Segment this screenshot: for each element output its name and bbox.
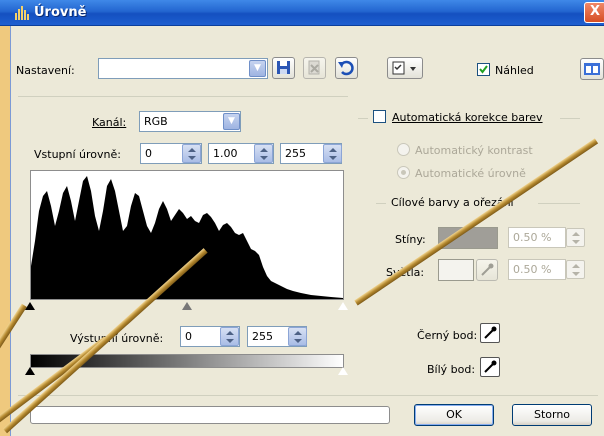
highlights-clip-spinner[interactable] bbox=[566, 260, 585, 279]
output-black-spinner[interactable] bbox=[220, 327, 239, 346]
options-menu-button[interactable] bbox=[387, 57, 423, 79]
eyedropper-icon bbox=[484, 360, 497, 373]
save-preset-button[interactable] bbox=[272, 57, 295, 79]
reset-button[interactable] bbox=[335, 57, 358, 79]
input-levels-label: Vstupní úrovně: bbox=[34, 148, 121, 161]
white-point-label: Bílý bod: bbox=[427, 363, 476, 376]
title-bar bbox=[0, 0, 604, 26]
output-white-slider[interactable] bbox=[337, 366, 349, 376]
auto-levels-radio[interactable] bbox=[397, 166, 410, 179]
white-point-picker[interactable] bbox=[480, 357, 500, 377]
preset-label: Nastavení: bbox=[16, 64, 75, 77]
histogram-chart bbox=[31, 176, 343, 299]
eyedropper-icon bbox=[484, 326, 497, 339]
highlights-picker-button[interactable] bbox=[476, 259, 498, 281]
preview-label: Náhled bbox=[495, 64, 534, 77]
black-point-label: Černý bod: bbox=[417, 329, 478, 342]
highlights-clip-field[interactable]: 0.50 % bbox=[508, 259, 566, 280]
auto-correct-label: Automatická korekce barev bbox=[392, 111, 543, 124]
delete-document-icon bbox=[308, 60, 320, 75]
shadows-clip-field[interactable]: 0.50 % bbox=[508, 227, 566, 248]
auto-contrast-label: Automatický kontrast bbox=[415, 144, 533, 157]
input-black-spinner[interactable] bbox=[182, 144, 201, 163]
window-title: Úrovně bbox=[34, 5, 87, 20]
input-gamma-spinner[interactable] bbox=[254, 144, 273, 163]
output-white-spinner[interactable] bbox=[288, 327, 307, 346]
close-button[interactable]: X bbox=[584, 2, 604, 23]
histogram-shape bbox=[31, 176, 343, 299]
undo-arrow-icon bbox=[338, 60, 354, 76]
ok-button[interactable]: OK bbox=[414, 404, 494, 426]
eyedropper-icon bbox=[481, 263, 494, 276]
group-line-left bbox=[358, 118, 368, 119]
target-group-line-left bbox=[376, 203, 386, 204]
preset-dropdown[interactable] bbox=[98, 58, 268, 79]
group-line-right bbox=[560, 118, 580, 119]
cancel-button[interactable]: Storno bbox=[512, 404, 592, 426]
black-point-picker[interactable] bbox=[480, 323, 500, 343]
levels-app-icon bbox=[15, 6, 29, 20]
output-black-slider[interactable] bbox=[25, 367, 35, 375]
shadows-clip-spinner[interactable] bbox=[566, 228, 585, 247]
progress-bar bbox=[30, 406, 390, 424]
input-white-slider[interactable] bbox=[337, 301, 349, 311]
separator-left bbox=[18, 96, 348, 97]
preset-dropdown-arrow[interactable]: ▼ bbox=[249, 60, 266, 77]
channel-label: Kanál: bbox=[92, 116, 127, 129]
expand-view-button[interactable] bbox=[580, 58, 604, 80]
delete-preset-button[interactable] bbox=[303, 57, 326, 79]
checkmark-icon bbox=[479, 65, 488, 74]
dual-panel-icon bbox=[584, 63, 600, 75]
channel-dropdown-arrow[interactable]: ▼ bbox=[223, 113, 240, 130]
preview-checkbox[interactable] bbox=[477, 63, 490, 76]
auto-contrast-radio[interactable] bbox=[397, 143, 410, 156]
options-dropdown-icon bbox=[392, 61, 416, 75]
histogram bbox=[30, 170, 344, 300]
input-gamma-slider[interactable] bbox=[182, 302, 192, 310]
input-white-spinner[interactable] bbox=[323, 144, 342, 163]
shadows-label: Stíny: bbox=[395, 233, 426, 246]
target-group-line-right bbox=[538, 203, 580, 204]
auto-correct-checkbox[interactable] bbox=[373, 110, 386, 123]
highlights-color-swatch[interactable] bbox=[438, 259, 474, 281]
auto-levels-label: Automatické úrovně bbox=[415, 167, 526, 180]
separator-bottom bbox=[18, 395, 598, 396]
floppy-disk-icon bbox=[277, 61, 290, 74]
